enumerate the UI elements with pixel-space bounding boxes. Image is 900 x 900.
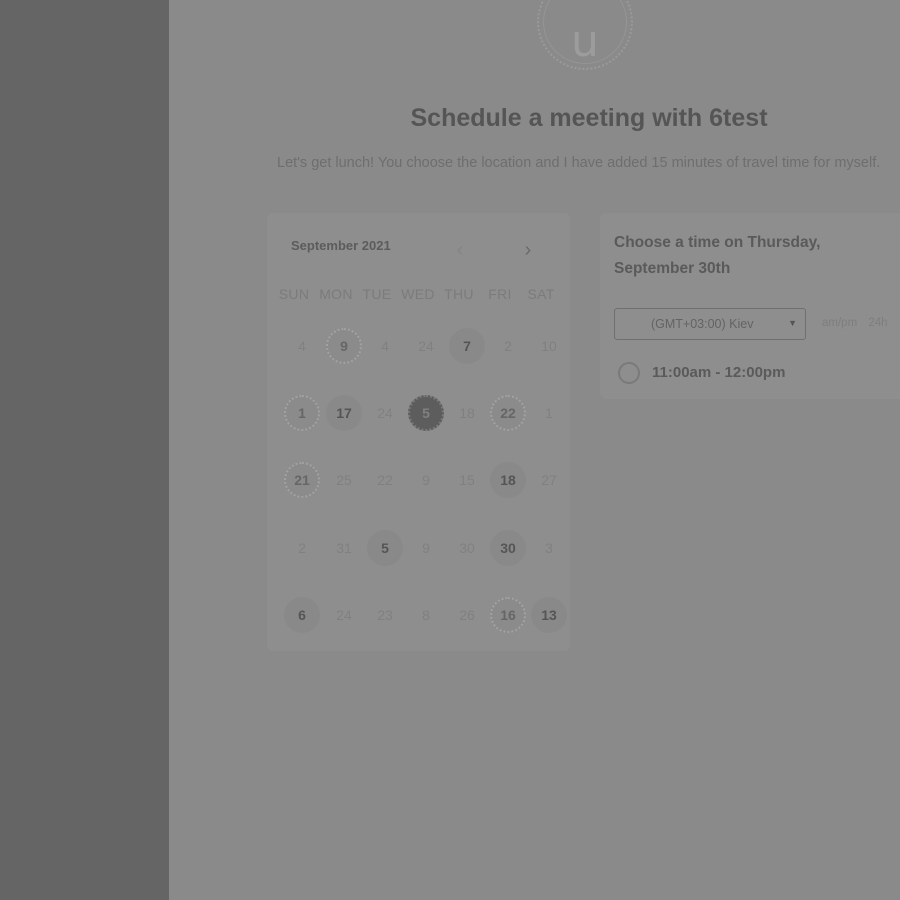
- calendar-day[interactable]: 5: [367, 530, 403, 566]
- calendar-day: 18: [459, 405, 475, 421]
- chevron-left-icon[interactable]: ‹: [448, 238, 472, 262]
- calendar-day: 31: [336, 540, 352, 556]
- calendar-day[interactable]: 9: [326, 328, 362, 364]
- calendar-day: 23: [377, 607, 393, 623]
- calendar-day: 30: [459, 540, 475, 556]
- time-panel-title: Choose a time on Thursday, September 30t…: [614, 234, 821, 277]
- weekday-label: MON: [319, 286, 353, 302]
- calendar-day: 1: [545, 405, 553, 421]
- calendar-day: 4: [381, 338, 389, 354]
- calendar-day[interactable]: 30: [490, 530, 526, 566]
- calendar-day: 25: [336, 472, 352, 488]
- calendar-day: 24: [418, 338, 434, 354]
- weekday-label: WED: [401, 286, 435, 302]
- calendar-day: 8: [422, 607, 430, 623]
- time-slot-radio[interactable]: [618, 362, 640, 384]
- calendar-day: 24: [336, 607, 352, 623]
- avatar-ring: [543, 0, 627, 64]
- format-ampm-option[interactable]: am/pm: [822, 317, 857, 329]
- calendar-day: 2: [504, 338, 512, 354]
- calendar-day[interactable]: 1: [284, 395, 320, 431]
- calendar-day-selected[interactable]: 5: [408, 395, 444, 431]
- page-subtitle: Let's get lunch! You choose the location…: [277, 155, 881, 171]
- time-slot-label[interactable]: 11:00am - 12:00pm: [652, 364, 785, 381]
- weekday-label: SAT: [527, 286, 555, 302]
- calendar-day[interactable]: 17: [326, 395, 362, 431]
- calendar-day[interactable]: 22: [490, 395, 526, 431]
- sidebar: [0, 0, 169, 900]
- weekday-label: TUE: [362, 286, 392, 302]
- calendar-card: [267, 213, 570, 651]
- calendar-day: 24: [377, 405, 393, 421]
- calendar-day: 27: [541, 472, 557, 488]
- weekday-label: THU: [444, 286, 474, 302]
- calendar-day[interactable]: 21: [284, 462, 320, 498]
- calendar-month-label: September 2021: [291, 238, 391, 253]
- calendar-day: 4: [298, 338, 306, 354]
- calendar-day[interactable]: 7: [449, 328, 485, 364]
- calendar-day: 10: [541, 338, 557, 354]
- calendar-day[interactable]: 18: [490, 462, 526, 498]
- weekday-label: FRI: [488, 286, 512, 302]
- calendar-day: 2: [298, 540, 306, 556]
- calendar-day[interactable]: 13: [531, 597, 567, 633]
- timezone-value: (GMT+03:00) Kiev: [651, 317, 754, 331]
- chevron-right-icon[interactable]: ›: [516, 238, 540, 262]
- calendar-day[interactable]: 16: [490, 597, 526, 633]
- caret-down-icon: ▼: [788, 318, 797, 328]
- calendar-day: 9: [422, 540, 430, 556]
- calendar-day: 26: [459, 607, 475, 623]
- timezone-select[interactable]: (GMT+03:00) Kiev ▼: [614, 308, 806, 340]
- calendar-day: 9: [422, 472, 430, 488]
- calendar-day: 15: [459, 472, 475, 488]
- calendar-day[interactable]: 6: [284, 597, 320, 633]
- time-format-toggle: am/pm 24h: [822, 317, 896, 329]
- page-title: Schedule a meeting with 6test: [410, 104, 768, 132]
- calendar-day: 3: [545, 540, 553, 556]
- calendar-day: 22: [377, 472, 393, 488]
- format-24h-option[interactable]: 24h: [868, 317, 887, 329]
- weekday-label: SUN: [278, 286, 310, 302]
